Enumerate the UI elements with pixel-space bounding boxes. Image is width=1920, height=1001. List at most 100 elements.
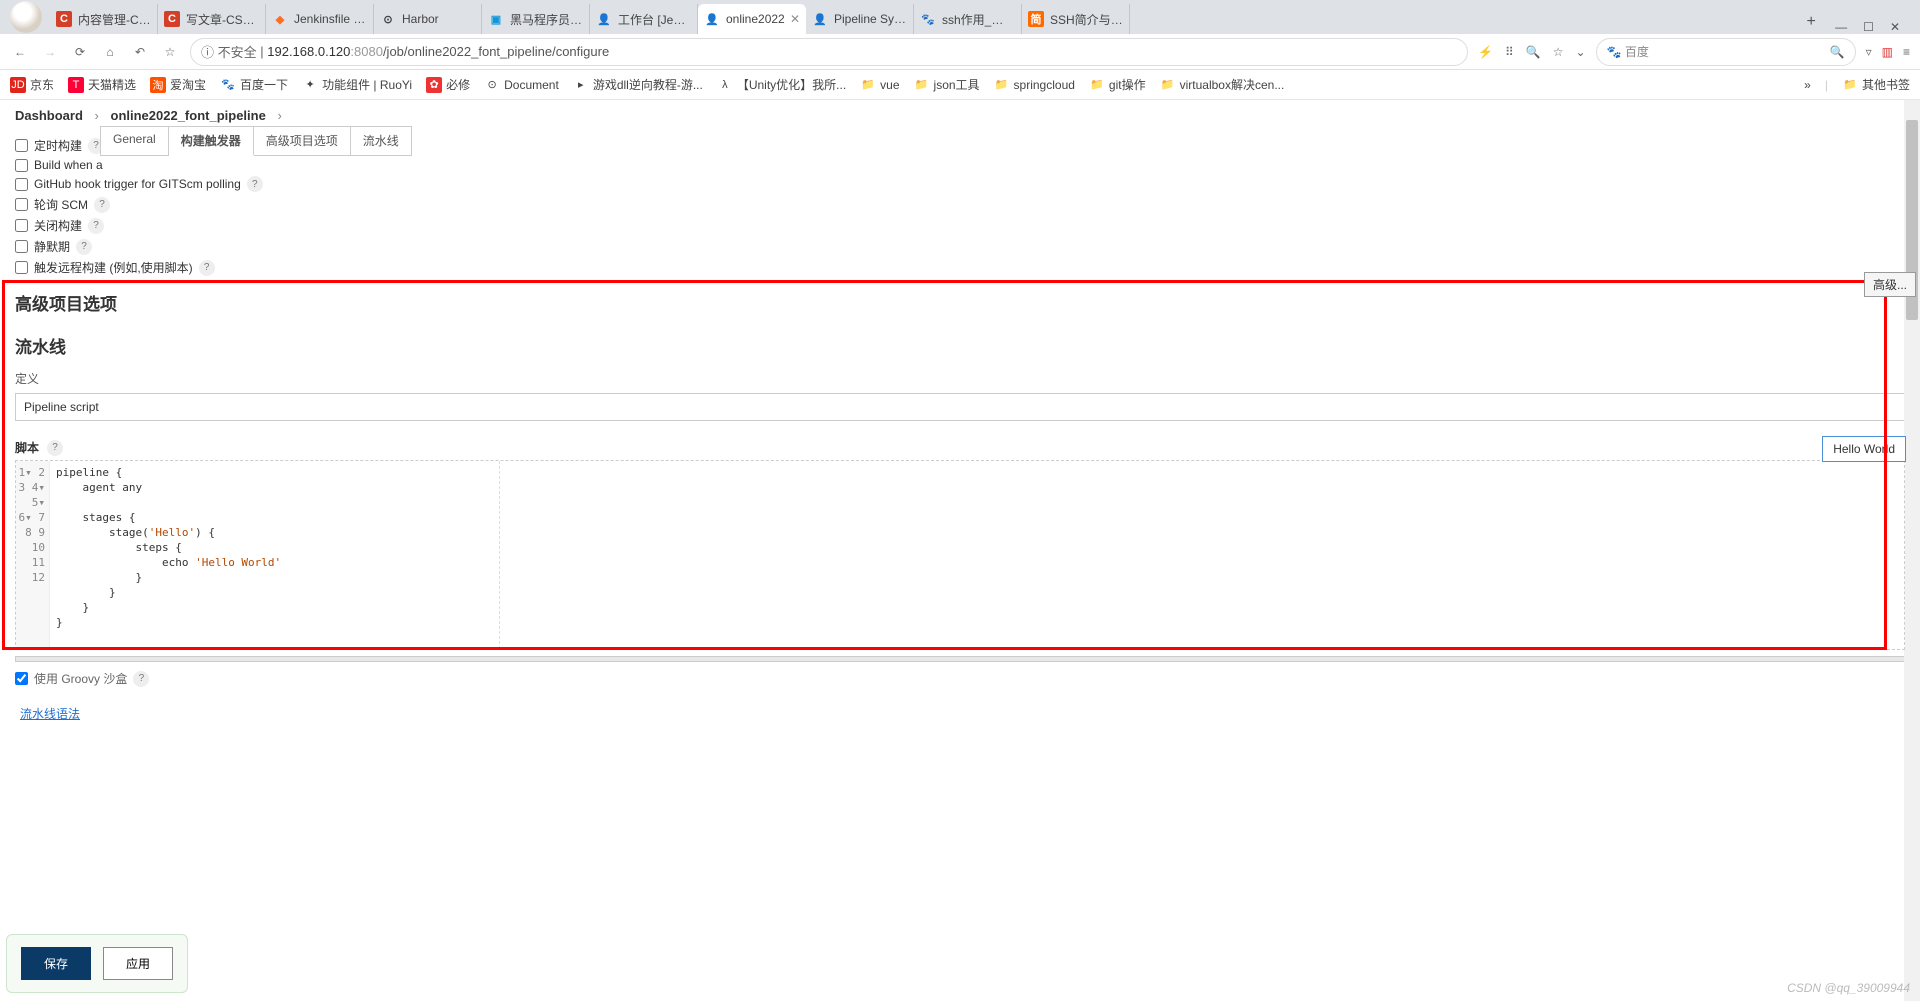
trigger-checkbox[interactable] xyxy=(15,159,28,172)
bookmark-item[interactable]: 📁virtualbox解决cen... xyxy=(1160,76,1285,93)
window-controls: — ☐ ✕ xyxy=(1823,20,1912,34)
trigger-checkbox[interactable] xyxy=(15,261,28,274)
search-engine-box[interactable]: 🐾 百度 🔍 xyxy=(1596,38,1856,66)
menu-icon[interactable]: ≡ xyxy=(1903,45,1910,59)
sample-dropdown[interactable]: Hello World xyxy=(1822,436,1906,462)
watermark: CSDN @qq_39009944 xyxy=(1787,981,1910,995)
apply-button[interactable]: 应用 xyxy=(103,947,173,980)
profile-avatar[interactable] xyxy=(10,1,42,33)
zoom-icon[interactable]: 🔍 xyxy=(1526,45,1541,59)
maximize-icon[interactable]: ☐ xyxy=(1863,20,1874,34)
bookmark-item[interactable]: 🐾百度一下 xyxy=(220,76,288,93)
bookmark-item[interactable]: 淘爱淘宝 xyxy=(150,76,206,93)
browser-tab[interactable]: ▣黑马程序员Jav xyxy=(482,4,590,34)
url-host: 192.168.0.120 xyxy=(267,44,350,59)
browser-tab[interactable]: ⊙Harbor xyxy=(374,4,482,34)
browser-tab[interactable]: 👤Pipeline Synta xyxy=(806,4,914,34)
browser-tab[interactable]: ◆Jenkinsfile · m xyxy=(266,4,374,34)
trigger-checkbox[interactable] xyxy=(15,219,28,232)
bookmark-item[interactable]: λ【Unity优化】我所... xyxy=(717,76,846,93)
editor-gutter: 1▾ 2 3 4▾ 5▾ 6▾ 7 8 9 10 11 12 xyxy=(16,461,50,649)
sandbox-checkbox[interactable] xyxy=(15,672,28,685)
bookmark-icon: ✿ xyxy=(426,77,442,93)
help-icon[interactable]: ? xyxy=(47,440,63,456)
vertical-scrollbar[interactable] xyxy=(1904,100,1920,1001)
bookmark-item[interactable]: ✿必修 xyxy=(426,76,470,93)
editor-code[interactable]: pipeline { agent any stages { stage('Hel… xyxy=(50,461,1904,649)
bookmark-item[interactable]: ⊙Document xyxy=(484,77,559,93)
reload-button[interactable]: ⟳ xyxy=(70,42,90,62)
config-tab[interactable]: 流水线 xyxy=(351,127,411,155)
browser-tab[interactable]: 简SSH简介与用法 xyxy=(1022,4,1130,34)
bookmark-item[interactable]: ▸游戏dll逆向教程-游... xyxy=(573,76,703,93)
omnibox-actions: ⚡ ⠿ 🔍 ☆ ⌄ xyxy=(1478,45,1586,59)
bookmark-item[interactable]: T天猫精选 xyxy=(68,76,136,93)
help-icon[interactable]: ? xyxy=(94,197,110,213)
help-icon[interactable]: ? xyxy=(247,176,263,192)
minimize-icon[interactable]: — xyxy=(1835,20,1847,34)
address-field[interactable]: ⓘ 不安全 | 192.168.0.120:8080/job/online202… xyxy=(190,38,1468,66)
save-button[interactable]: 保存 xyxy=(21,947,91,980)
flash-icon[interactable]: ⚡ xyxy=(1478,45,1493,59)
config-tab[interactable]: 构建触发器 xyxy=(169,127,254,156)
url-path: /job/online2022_font_pipeline/configure xyxy=(383,44,609,59)
trigger-checkbox[interactable] xyxy=(15,240,28,253)
close-tab-icon[interactable]: ✕ xyxy=(790,12,800,26)
star-icon[interactable]: ☆ xyxy=(1553,45,1564,59)
sandbox-row: 使用 Groovy 沙盒 ? xyxy=(0,662,1920,695)
trigger-checkbox[interactable] xyxy=(15,178,28,191)
pipeline-syntax-link[interactable]: 流水线语法 xyxy=(0,695,100,732)
restore-button[interactable]: ↶ xyxy=(130,42,150,62)
breadcrumb-job[interactable]: online2022_font_pipeline xyxy=(111,108,266,123)
close-window-icon[interactable]: ✕ xyxy=(1890,20,1900,34)
trigger-row: 静默期? xyxy=(15,236,1905,257)
other-bookmarks[interactable]: 📁其他书签 xyxy=(1842,76,1910,93)
trigger-checkbox[interactable] xyxy=(15,198,28,211)
script-header: 脚本 ? xyxy=(15,439,1905,456)
bookmark-item[interactable]: 📁json工具 xyxy=(914,76,980,93)
new-tab-button[interactable]: + xyxy=(1799,10,1823,34)
browser-tab[interactable]: 👤online2022✕ xyxy=(698,4,806,34)
filter-icon[interactable]: ▿ xyxy=(1866,45,1872,59)
bookmark-icon: ⊙ xyxy=(484,77,500,93)
bookmark-item[interactable]: JD京东 xyxy=(10,76,54,93)
translate-icon[interactable]: ⠿ xyxy=(1505,45,1514,59)
advanced-button[interactable]: 高级... xyxy=(1864,272,1916,297)
help-icon[interactable]: ? xyxy=(199,260,215,276)
definition-select[interactable]: Pipeline script xyxy=(15,393,1905,421)
chevron-down-icon[interactable]: ⌄ xyxy=(1576,45,1586,59)
help-icon[interactable]: ? xyxy=(76,239,92,255)
script-editor[interactable]: 1▾ 2 3 4▾ 5▾ 6▾ 7 8 9 10 11 12 pipeline … xyxy=(15,460,1905,650)
browser-tab[interactable]: C内容管理-CSDN xyxy=(50,4,158,34)
config-tab[interactable]: 高级项目选项 xyxy=(254,127,351,155)
trigger-checkbox[interactable] xyxy=(15,139,28,152)
trigger-label: 定时构建 xyxy=(34,137,82,154)
config-tabs: General构建触发器高级项目选项流水线 xyxy=(100,126,412,156)
bookmark-icon: 📁 xyxy=(860,77,876,93)
config-tab[interactable]: General xyxy=(101,127,169,155)
trigger-row: 轮询 SCM? xyxy=(15,194,1905,215)
help-icon[interactable]: ? xyxy=(88,218,104,234)
bookmarks-overflow-icon[interactable]: » xyxy=(1804,78,1811,92)
help-icon[interactable]: ? xyxy=(133,671,149,687)
bookmark-label: 游戏dll逆向教程-游... xyxy=(593,76,703,93)
bookmark-item[interactable]: 📁springcloud xyxy=(994,77,1075,93)
trigger-label: 静默期 xyxy=(34,238,70,255)
home-button[interactable]: ⌂ xyxy=(100,42,120,62)
browser-tab[interactable]: 👤工作台 [Jenkin xyxy=(590,4,698,34)
search-icon: 🔍 xyxy=(1830,45,1845,59)
page-content: Dashboard › online2022_font_pipeline › G… xyxy=(0,100,1920,1001)
forward-button[interactable]: → xyxy=(40,42,60,62)
favorite-icon[interactable]: ☆ xyxy=(160,42,180,62)
bookmark-item[interactable]: ✦功能组件 | RuoYi xyxy=(302,76,412,93)
trigger-label: 轮询 SCM xyxy=(34,196,88,213)
back-button[interactable]: ← xyxy=(10,42,30,62)
browser-tab[interactable]: 🐾ssh作用_百度搜 xyxy=(914,4,1022,34)
bookmark-label: vue xyxy=(880,78,899,92)
bookmark-item[interactable]: 📁 vue xyxy=(860,77,899,93)
breadcrumb-dashboard[interactable]: Dashboard xyxy=(15,108,83,123)
bookmark-icon: 📁 xyxy=(994,77,1010,93)
browser-tab[interactable]: C写文章-CSDN xyxy=(158,4,266,34)
pdf-icon[interactable]: ▥ xyxy=(1882,45,1893,59)
bookmark-item[interactable]: 📁git操作 xyxy=(1089,76,1146,93)
